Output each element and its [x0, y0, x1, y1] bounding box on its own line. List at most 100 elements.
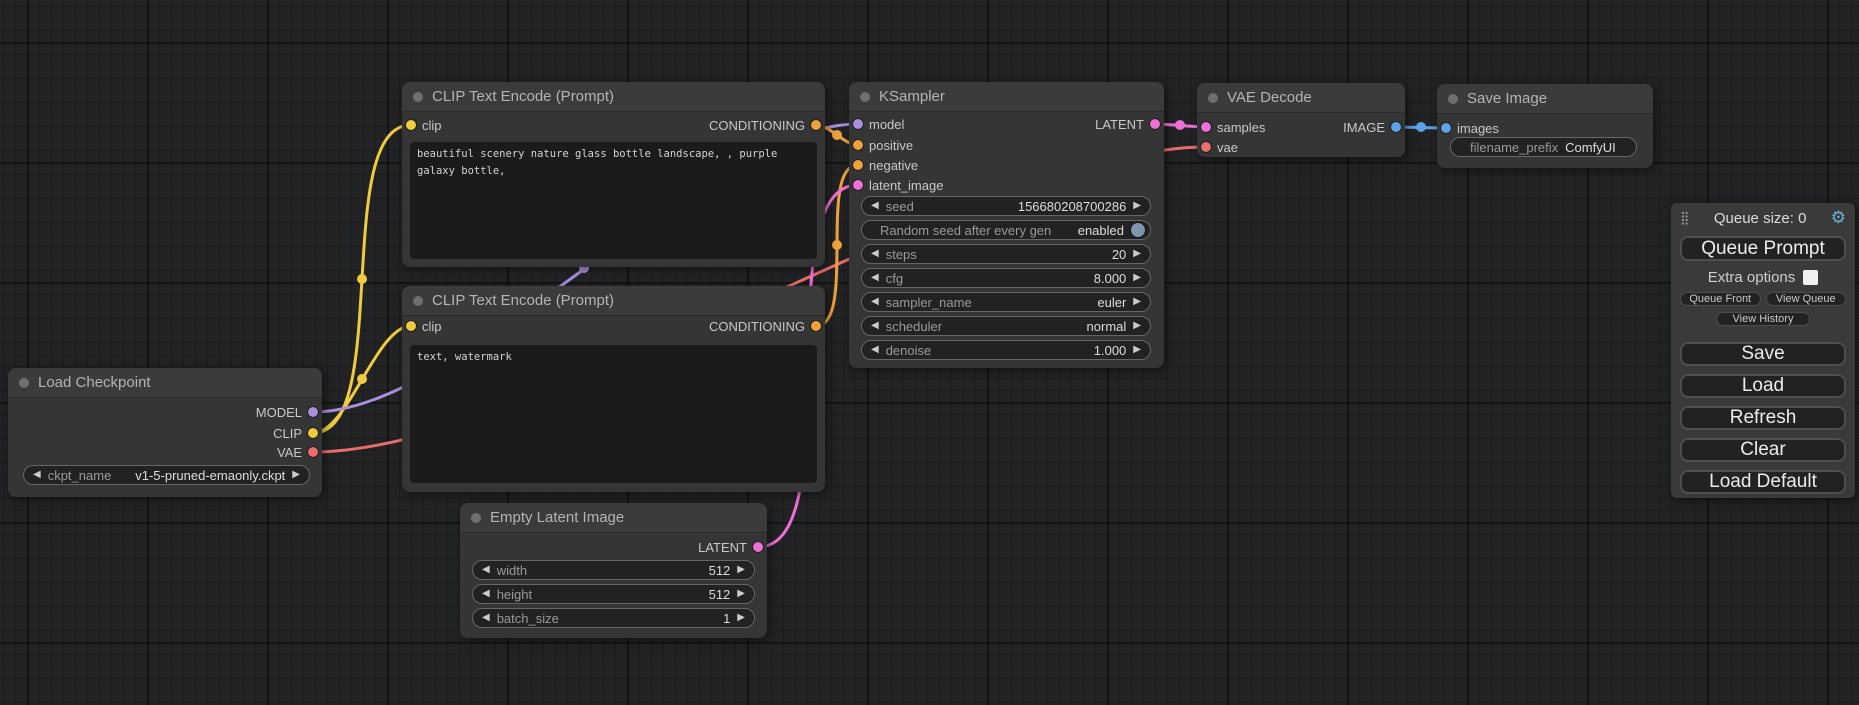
image-port-icon[interactable]: [1391, 122, 1401, 132]
increment-icon[interactable]: ▶: [737, 613, 745, 623]
widget-value: enabled: [1078, 223, 1124, 238]
decrement-icon[interactable]: ◀: [871, 297, 879, 307]
vae-port-icon[interactable]: [308, 447, 318, 457]
node-titlebar[interactable]: CLIP Text Encode (Prompt): [402, 82, 825, 112]
node-titlebar[interactable]: VAE Decode: [1197, 83, 1405, 113]
widget-value: ComfyUI: [1565, 140, 1616, 155]
image-port-icon[interactable]: [1441, 123, 1451, 133]
decrement-icon[interactable]: ◀: [871, 345, 879, 355]
widget-ckpt-name[interactable]: ◀ ckpt_name v1-5-pruned-emaonly.ckpt ▶: [23, 465, 310, 485]
vae-port-icon[interactable]: [1201, 142, 1211, 152]
link-dot: [1175, 120, 1185, 130]
increment-icon[interactable]: ▶: [737, 589, 745, 599]
latent-port-icon[interactable]: [1201, 122, 1211, 132]
node-titlebar[interactable]: Save Image: [1437, 84, 1653, 114]
node-titlebar[interactable]: CLIP Text Encode (Prompt): [402, 286, 825, 316]
decrement-icon[interactable]: ◀: [871, 249, 879, 259]
increment-icon[interactable]: ▶: [1133, 249, 1141, 259]
increment-icon[interactable]: ▶: [1133, 345, 1141, 355]
refresh-button[interactable]: Refresh: [1680, 406, 1846, 430]
increment-icon[interactable]: ▶: [1133, 321, 1141, 331]
conditioning-port-icon[interactable]: [811, 120, 821, 130]
widget-sampler-name[interactable]: ◀ sampler_name euler ▶: [861, 292, 1151, 312]
extra-options-checkbox[interactable]: [1803, 270, 1818, 285]
settings-gear-icon[interactable]: ⚙: [1831, 210, 1846, 227]
increment-icon[interactable]: ▶: [737, 565, 745, 575]
conditioning-port-icon[interactable]: [853, 140, 863, 150]
link-dot: [832, 130, 842, 140]
widget-scheduler[interactable]: ◀ scheduler normal ▶: [861, 316, 1151, 336]
decrement-icon[interactable]: ◀: [33, 470, 41, 480]
load-button[interactable]: Load: [1680, 374, 1846, 398]
decrement-icon[interactable]: ◀: [871, 321, 879, 331]
clip-port-icon[interactable]: [406, 321, 416, 331]
port-label: images: [1457, 121, 1499, 136]
view-queue-button[interactable]: View Queue: [1766, 292, 1847, 306]
clear-button[interactable]: Clear: [1680, 438, 1846, 462]
node-load-checkpoint[interactable]: Load Checkpoint MODEL CLIP VAE ◀ ckpt_na…: [8, 368, 322, 497]
widget-cfg[interactable]: ◀ cfg 8.000 ▶: [861, 268, 1151, 288]
node-save-image[interactable]: Save Image images filename_prefix ComfyU…: [1437, 84, 1653, 168]
prompt-textarea[interactable]: beautiful scenery nature glass bottle la…: [410, 142, 817, 259]
prompt-textarea[interactable]: text, watermark: [410, 345, 817, 483]
increment-icon[interactable]: ▶: [1133, 201, 1141, 211]
collapse-dot-icon[interactable]: [1448, 94, 1458, 104]
collapse-dot-icon[interactable]: [413, 92, 423, 102]
collapse-dot-icon[interactable]: [1208, 93, 1218, 103]
link-dot: [1416, 122, 1426, 132]
widget-denoise[interactable]: ◀ denoise 1.000 ▶: [861, 340, 1151, 360]
latent-port-icon[interactable]: [853, 180, 863, 190]
widget-label: scheduler: [886, 319, 942, 334]
queue-front-button[interactable]: Queue Front: [1680, 292, 1761, 306]
increment-icon[interactable]: ▶: [1133, 297, 1141, 307]
widget-value: euler: [1097, 295, 1126, 310]
load-default-button[interactable]: Load Default: [1680, 470, 1846, 494]
widget-batch-size[interactable]: ◀ batch_size 1 ▶: [472, 608, 755, 628]
model-port-icon[interactable]: [308, 407, 318, 417]
node-vae-decode[interactable]: VAE Decode samples vae IMAGE: [1197, 83, 1405, 157]
widget-steps[interactable]: ◀ steps 20 ▶: [861, 244, 1151, 264]
widget-height[interactable]: ◀ height 512 ▶: [472, 584, 755, 604]
widget-seed[interactable]: ◀ seed 156680208700286 ▶: [861, 196, 1151, 216]
drag-handle-icon[interactable]: ⣿: [1680, 212, 1690, 225]
node-clip-text-encode-negative[interactable]: CLIP Text Encode (Prompt) clip CONDITION…: [402, 286, 825, 492]
node-titlebar[interactable]: Empty Latent Image: [460, 503, 767, 533]
node-titlebar[interactable]: KSampler: [849, 82, 1164, 112]
collapse-dot-icon[interactable]: [860, 92, 870, 102]
decrement-icon[interactable]: ◀: [871, 273, 879, 283]
graph-canvas[interactable]: Load Checkpoint MODEL CLIP VAE ◀ ckpt_na…: [0, 0, 1859, 705]
conditioning-port-icon[interactable]: [853, 160, 863, 170]
decrement-icon[interactable]: ◀: [482, 613, 490, 623]
node-empty-latent-image[interactable]: Empty Latent Image LATENT ◀ width 512 ▶ …: [460, 503, 767, 638]
queue-size-label: Queue size: 0: [1690, 210, 1831, 227]
queue-prompt-button[interactable]: Queue Prompt: [1680, 236, 1846, 261]
clip-port-icon[interactable]: [308, 428, 318, 438]
widget-width[interactable]: ◀ width 512 ▶: [472, 560, 755, 580]
link-dot: [832, 240, 842, 250]
widget-filename-prefix[interactable]: filename_prefix ComfyUI: [1450, 137, 1637, 157]
save-button[interactable]: Save: [1680, 342, 1846, 366]
model-port-icon[interactable]: [853, 119, 863, 129]
decrement-icon[interactable]: ◀: [871, 201, 879, 211]
widget-value: 512: [709, 587, 731, 602]
decrement-icon[interactable]: ◀: [482, 589, 490, 599]
increment-icon[interactable]: ▶: [1133, 273, 1141, 283]
port-label: CONDITIONING: [709, 319, 805, 334]
collapse-dot-icon[interactable]: [471, 513, 481, 523]
widget-random-seed-toggle[interactable]: Random seed after every gen enabled: [861, 220, 1151, 240]
node-clip-text-encode-positive[interactable]: CLIP Text Encode (Prompt) clip CONDITION…: [402, 82, 825, 267]
latent-port-icon[interactable]: [1150, 119, 1160, 129]
collapse-dot-icon[interactable]: [413, 296, 423, 306]
node-ksampler[interactable]: KSampler model positive negative latent_…: [849, 82, 1164, 368]
view-history-button[interactable]: View History: [1716, 312, 1811, 326]
node-title: Load Checkpoint: [38, 374, 151, 391]
increment-icon[interactable]: ▶: [292, 470, 300, 480]
node-titlebar[interactable]: Load Checkpoint: [8, 368, 322, 398]
clip-port-icon[interactable]: [406, 120, 416, 130]
toggle-dot-icon[interactable]: [1131, 223, 1145, 237]
decrement-icon[interactable]: ◀: [482, 565, 490, 575]
collapse-dot-icon[interactable]: [19, 378, 29, 388]
conditioning-port-icon[interactable]: [811, 321, 821, 331]
port-label: CLIP: [273, 426, 302, 441]
latent-port-icon[interactable]: [753, 542, 763, 552]
